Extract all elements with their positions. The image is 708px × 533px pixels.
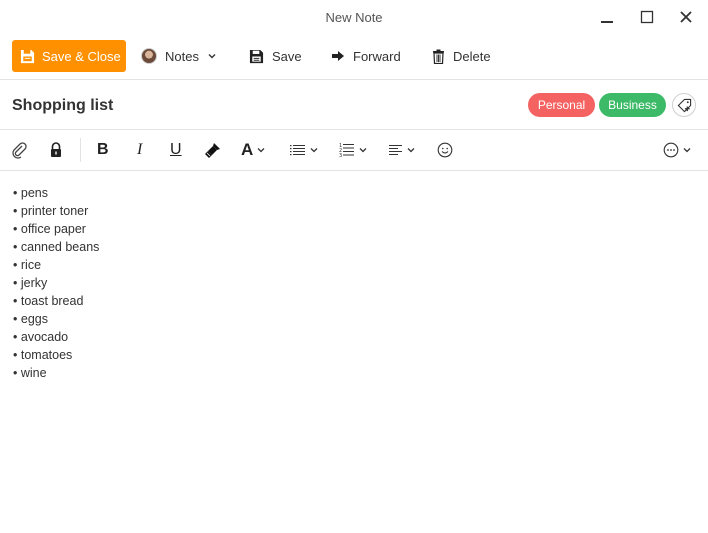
bold-button[interactable]: B: [97, 139, 109, 161]
svg-text:3: 3: [339, 153, 342, 158]
underline-button[interactable]: U: [170, 139, 182, 161]
delete-label: Delete: [453, 48, 491, 64]
list-item-text: tomatoes: [20, 348, 73, 362]
align-button[interactable]: [389, 139, 416, 161]
toolbar-divider: [80, 138, 81, 162]
smiley-icon: [437, 142, 453, 158]
bullet: •: [13, 204, 18, 218]
close-button[interactable]: [674, 6, 698, 28]
list-item-text: printer toner: [20, 204, 89, 218]
list-item-text: eggs: [20, 312, 48, 326]
italic-icon: I: [137, 141, 143, 158]
list-item: • printer toner: [13, 202, 99, 220]
align-left-icon: [389, 145, 402, 155]
format-toolbar: B I U A 123: [0, 130, 708, 171]
list-item-text: canned beans: [20, 240, 100, 254]
format-painter-button[interactable]: [204, 139, 222, 161]
bulleted-list-icon: [290, 145, 305, 156]
chevron-down-icon: [208, 54, 216, 59]
list-item: • wine: [13, 364, 99, 382]
bullet: •: [13, 276, 18, 290]
delete-button[interactable]: Delete: [432, 40, 491, 72]
note-body-editor[interactable]: • pens • printer toner • office paper • can…: [13, 184, 99, 382]
bullet: •: [13, 258, 18, 272]
lock-button[interactable]: [49, 139, 63, 161]
list-item: • eggs: [13, 310, 99, 328]
font-button[interactable]: A: [241, 139, 266, 161]
list-item-text: avocado: [20, 330, 69, 344]
tag-business[interactable]: Business: [599, 93, 666, 117]
forward-button[interactable]: Forward: [331, 40, 401, 72]
list-item-text: jerky: [20, 276, 48, 290]
font-icon: A: [241, 140, 254, 159]
bullet: •: [13, 240, 18, 254]
list-item: • avocado: [13, 328, 99, 346]
main-toolbar: Save & Close Notes Save Forward Delete: [0, 34, 708, 80]
list-item: • toast bread: [13, 292, 99, 310]
bullet: •: [13, 222, 18, 236]
minimize-button[interactable]: [595, 6, 619, 28]
list-item-text: office paper: [20, 222, 86, 236]
more-options-button[interactable]: [663, 139, 692, 161]
list-item: • pens: [13, 184, 99, 202]
chevron-down-icon: [407, 148, 415, 153]
forward-label: Forward: [353, 48, 401, 64]
list-item: • tomatoes: [13, 346, 99, 364]
save-close-label: Save & Close: [42, 48, 121, 64]
numbered-list-button[interactable]: 123: [339, 139, 368, 161]
list-item: • jerky: [13, 274, 99, 292]
lock-icon: [51, 142, 61, 157]
chevron-down-icon: [683, 148, 691, 153]
attach-button[interactable]: [10, 139, 28, 161]
title-bar: New Note: [0, 0, 708, 34]
save-button[interactable]: Save: [249, 40, 302, 72]
list-item-text: pens: [20, 186, 48, 200]
bullet: •: [13, 186, 18, 200]
chevron-down-icon: [359, 148, 367, 153]
tag-personal[interactable]: Personal: [528, 93, 595, 117]
italic-button[interactable]: I: [137, 139, 142, 161]
list-item: • rice: [13, 256, 99, 274]
tag-add-icon: [677, 98, 691, 112]
minimize-icon: [601, 21, 613, 23]
notes-folder-dropdown[interactable]: Notes: [141, 40, 217, 72]
add-tag-button[interactable]: [672, 93, 696, 117]
list-item-text: toast bread: [20, 294, 84, 308]
paintbrush-icon: [205, 143, 220, 158]
emoji-button[interactable]: [437, 139, 453, 161]
bullet: •: [13, 348, 18, 362]
maximize-button[interactable]: [635, 6, 659, 28]
underline-icon: U: [170, 141, 182, 158]
bullet: •: [13, 294, 18, 308]
list-item: • canned beans: [13, 238, 99, 256]
bold-icon: B: [97, 141, 109, 158]
more-icon: [663, 142, 679, 158]
bullet: •: [13, 312, 18, 326]
paperclip-icon: [12, 142, 27, 159]
avatar: [141, 48, 157, 64]
close-icon: [680, 11, 692, 23]
chevron-down-icon: [310, 148, 318, 153]
list-item-text: rice: [20, 258, 42, 272]
save-icon: [249, 49, 264, 63]
save-close-button[interactable]: Save & Close: [12, 40, 126, 72]
list-item: • office paper: [13, 220, 99, 238]
bulleted-list-button[interactable]: [290, 139, 319, 161]
trash-icon: [433, 49, 444, 64]
bullet: •: [13, 366, 18, 380]
arrow-right-icon: [332, 51, 344, 61]
chevron-down-icon: [257, 148, 265, 153]
note-subject[interactable]: Shopping list: [12, 97, 113, 115]
bullet: •: [13, 330, 18, 344]
save-label: Save: [272, 48, 302, 64]
numbered-list-icon: 123: [339, 143, 354, 158]
list-item-text: wine: [20, 366, 47, 380]
subject-row: Shopping list Personal Business: [0, 80, 708, 130]
notes-label: Notes: [165, 48, 199, 64]
maximize-icon: [640, 10, 654, 24]
save-icon: [20, 49, 35, 63]
